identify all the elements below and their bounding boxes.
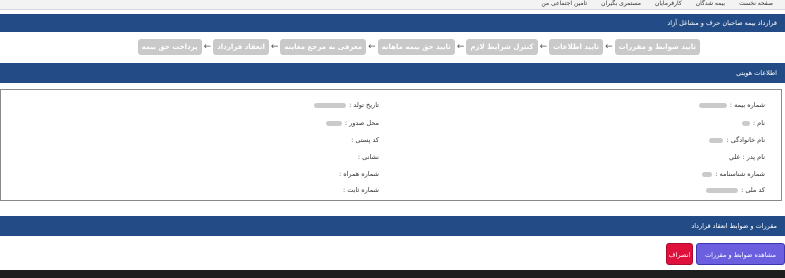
mobile-label: شماره همراه : bbox=[338, 170, 379, 178]
issue-place-row: محل صدور : bbox=[325, 119, 379, 127]
id-number-label: شماره شناسنامه : bbox=[715, 170, 765, 178]
step-conditions-check[interactable]: کنترل شرایط لازم bbox=[466, 39, 538, 55]
first-name-label: نام : bbox=[752, 119, 765, 127]
issue-place-label: محل صدور : bbox=[344, 119, 379, 127]
view-terms-button[interactable]: مشاهده ضوابط و مقررات bbox=[696, 243, 785, 265]
redacted-value bbox=[706, 187, 739, 193]
step-arrow-icon: ← bbox=[539, 42, 548, 52]
terms-panel-header: مقررات و ضوابط انعقاد قرارداد bbox=[0, 216, 785, 236]
step-terms-approval[interactable]: تایید ضوابط و مقررات bbox=[614, 39, 700, 55]
mobile-row: شماره همراه : bbox=[339, 170, 379, 178]
top-navigation: صفحه نخست بیمه شدگان کارفرمایان مستمری ب… bbox=[0, 0, 785, 10]
contract-panel-header: قرارداد بیمه صاحبان حرف و مشاغل آزاد bbox=[0, 14, 785, 32]
nav-item-insured[interactable]: بیمه شدگان bbox=[696, 0, 725, 8]
insurance-number-label: شماره بیمه : bbox=[729, 101, 765, 109]
terms-panel-title: مقررات و ضوابط انعقاد قرارداد bbox=[691, 222, 777, 230]
father-name-row: نام پدر : علي bbox=[729, 153, 765, 161]
redacted-value bbox=[709, 137, 724, 143]
nav-item-pensioners[interactable]: مستمری بگیران bbox=[601, 0, 641, 8]
redacted-value bbox=[314, 102, 347, 108]
identity-panel-title: اطلاعات هویتی bbox=[736, 69, 777, 77]
identity-info-box: شماره بیمه : نام : نام خانوادگی : نام پد… bbox=[0, 89, 782, 201]
cancel-button[interactable]: انصراف bbox=[666, 243, 693, 265]
address-row: نشانی : bbox=[358, 153, 379, 161]
step-arrow-icon: ← bbox=[203, 42, 212, 52]
postal-code-label: کد پستی : bbox=[351, 136, 379, 144]
last-name-row: نام خانوادگی : bbox=[709, 136, 765, 144]
id-number-row: شماره شناسنامه : bbox=[702, 170, 765, 178]
bottom-bar bbox=[0, 270, 785, 278]
step-info-approval[interactable]: تایید اطلاعات bbox=[549, 39, 604, 55]
postal-code-row: کد پستی : bbox=[351, 136, 379, 144]
step-wizard: تایید ضوابط و مقررات ← تایید اطلاعات ← ک… bbox=[137, 39, 700, 55]
national-code-row: کد ملی : bbox=[706, 186, 765, 194]
identity-panel-header: اطلاعات هویتی bbox=[0, 63, 785, 83]
national-code-label: کد ملی : bbox=[741, 186, 765, 194]
landline-row: شماره ثابت : bbox=[343, 186, 379, 194]
step-arrow-icon: ← bbox=[368, 42, 376, 52]
step-arrow-icon: ← bbox=[605, 42, 613, 52]
last-name-label: نام خانوادگی : bbox=[726, 136, 765, 144]
landline-label: شماره ثابت : bbox=[342, 186, 379, 194]
step-monthly-premium[interactable]: تایید حق بیمه ماهانه bbox=[377, 39, 455, 55]
redacted-value bbox=[698, 102, 727, 108]
first-name-row: نام : bbox=[741, 119, 765, 127]
redacted-value bbox=[325, 120, 342, 126]
nav-item-home[interactable]: صفحه نخست bbox=[739, 0, 773, 8]
step-payment[interactable]: پرداخت حق بیمه bbox=[137, 39, 202, 55]
step-arrow-icon: ← bbox=[456, 42, 465, 52]
redacted-value bbox=[741, 120, 750, 126]
insurance-number-row: شماره بیمه : bbox=[698, 101, 765, 109]
step-exam-referral[interactable]: معرفی به مرجع معاینه bbox=[280, 39, 367, 55]
step-arrow-icon: ← bbox=[270, 42, 279, 52]
birth-date-row: تاریخ تولد : bbox=[314, 101, 379, 109]
nav-item-employers[interactable]: کارفرمایان bbox=[655, 0, 682, 8]
address-label: نشانی : bbox=[357, 153, 379, 161]
nav-item-my-social-security[interactable]: تامین اجتماعی من bbox=[541, 0, 587, 8]
birth-date-label: تاریخ تولد : bbox=[349, 101, 379, 109]
step-contract[interactable]: انعقاد قرارداد bbox=[213, 39, 269, 55]
father-name-label: نام پدر : علي bbox=[728, 153, 765, 161]
contract-panel-title: قرارداد بیمه صاحبان حرف و مشاغل آزاد bbox=[667, 19, 777, 27]
redacted-value bbox=[702, 171, 713, 177]
